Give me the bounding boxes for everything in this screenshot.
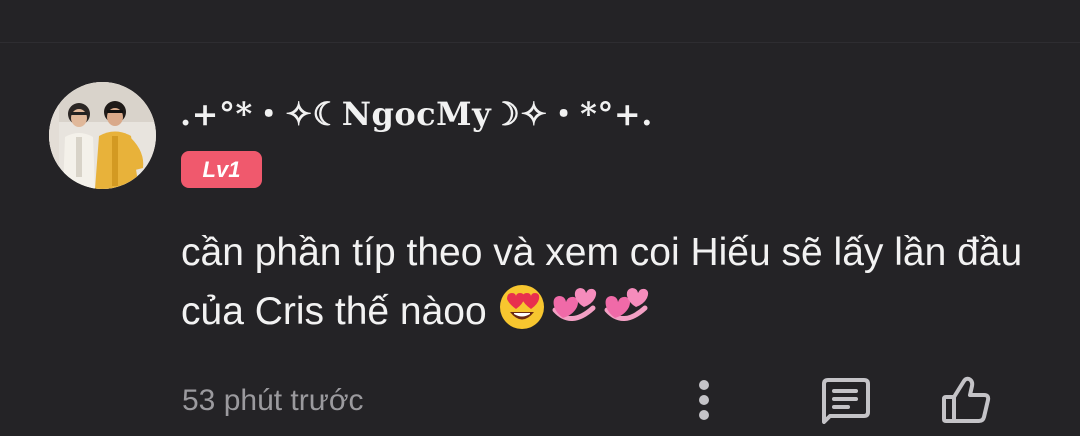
timestamp: 53 phút trước (182, 384, 364, 417)
avatar[interactable] (49, 82, 156, 189)
comment-body: cần phần típ theo và xem coi Hiếu sẽ lấy… (181, 224, 1041, 341)
username[interactable]: .+°*・✧☾NgocMy☽✧・*°+. (180, 89, 653, 139)
reply-icon[interactable] (818, 376, 874, 424)
revolving-hearts-emoji (552, 288, 596, 321)
more-vertical-icon[interactable] (684, 378, 724, 422)
emoji-group (497, 282, 651, 332)
previous-comment-fragment (0, 0, 1080, 8)
comment-screen: .+°*・✧☾NgocMy☽✧・*°+. Lv1 cần phần típ th… (0, 0, 1080, 436)
revolving-hearts-emoji (604, 288, 648, 321)
heart-eyes-emoji (499, 285, 544, 329)
avatar-image (49, 82, 156, 189)
divider (0, 42, 1080, 43)
like-icon[interactable] (938, 374, 994, 426)
level-badge: Lv1 (181, 151, 262, 188)
